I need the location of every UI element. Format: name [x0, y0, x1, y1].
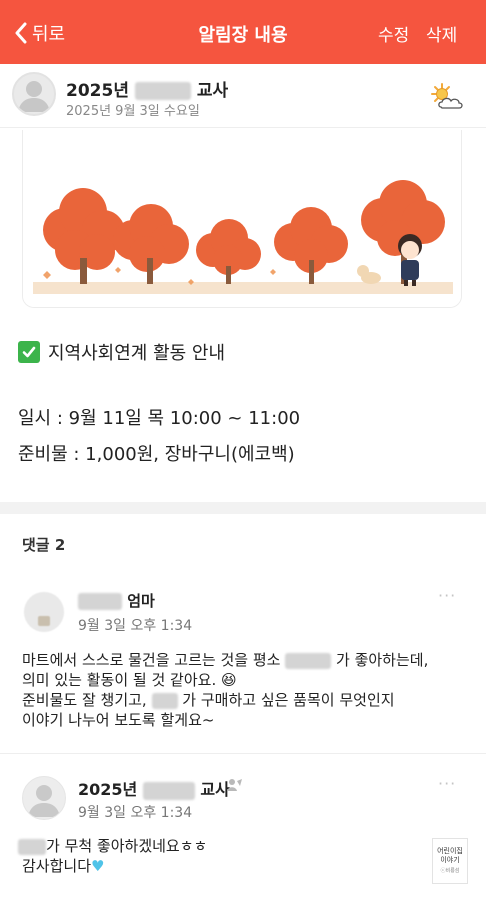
more-options-button[interactable]: ···	[438, 774, 456, 793]
notice-heading-text: 지역사회연계 활동 안내	[48, 343, 226, 364]
comment-line: 준비물도 잘 챙기고, 가 구매하고 싶은 품목이 무엇인지	[22, 690, 482, 710]
delete-button[interactable]: 삭제	[426, 21, 457, 46]
redacted-name	[134, 82, 191, 100]
schedule-line: 일시 : 9월 11일 목 10:00 ~ 11:00	[18, 408, 301, 429]
notice-heading: 지역사회연계 활동 안내	[18, 339, 225, 365]
page-title: 알림장 내용	[198, 25, 288, 46]
check-mark-button-icon	[18, 341, 40, 363]
comment-item: 2025년 교사 9월 3일 오후 1:34 ··· 가 무척 좋아하겠네요ㅎㅎ…	[0, 756, 486, 906]
commenter-avatar[interactable]	[22, 776, 66, 820]
redacted-name	[142, 781, 195, 800]
comment-line-part: 가 구매하고 싶은 품목이 무엇인지	[182, 691, 395, 709]
back-label: 뒤로	[32, 24, 66, 45]
comment-item: 엄마 9월 3일 오후 1:34 ··· 마트에서 스스로 물건을 고르는 것을…	[0, 580, 486, 754]
default-profile-icon	[18, 81, 50, 112]
comment-line-part: 준비물도 잘 챙기고,	[22, 691, 147, 709]
post-date: 2025년 9월 3일 수요일	[66, 104, 200, 119]
commenter-avatar[interactable]	[24, 592, 64, 632]
author-name-prefix: 2025년	[66, 81, 129, 101]
teacher-badge-icon	[227, 779, 242, 791]
section-divider	[0, 502, 486, 514]
autumn-trees-illustration	[23, 130, 461, 307]
sticker-line: 어린이집	[437, 847, 463, 855]
partly-cloudy-sun-icon	[431, 83, 463, 109]
author-name-suffix: 교사	[196, 81, 229, 101]
comment-text: 마트에서 스스로 물건을 고르는 것을 평소 가 좋아하는데, 의미 있는 활동…	[22, 650, 482, 730]
comment-line-part: 가 좋아하는데,	[336, 651, 429, 669]
comment-time: 9월 3일 오후 1:34	[78, 805, 193, 821]
post-author-row: 2025년 교사 2025년 9월 3일 수요일	[0, 64, 486, 128]
top-bar: 뒤로 알림장 내용 수정 삭제	[0, 0, 486, 64]
comment-line: 감사합니다♥	[22, 856, 207, 876]
sticker-line: ⓒ비룡섬	[440, 868, 460, 874]
back-button[interactable]: 뒤로	[14, 18, 65, 48]
redacted-name	[285, 652, 332, 669]
more-options-button[interactable]: ···	[438, 586, 456, 605]
comment-line: 의미 있는 활동이 될 것 같아요. 😆	[22, 671, 237, 689]
comment-line: 가 무척 좋아하겠네요ㅎㅎ	[18, 836, 208, 856]
commenter-name-prefix: 2025년	[78, 780, 138, 799]
comment-line-part: 감사합니다	[22, 857, 92, 875]
supplies-line: 준비물 : 1,000원, 장바구니(에코백)	[18, 444, 295, 465]
comment-time: 9월 3일 오후 1:34	[78, 618, 193, 634]
commenter-name: 엄마	[78, 590, 155, 611]
author-avatar[interactable]	[12, 72, 56, 116]
edit-button[interactable]: 수정	[378, 21, 409, 46]
comment-line: 마트에서 스스로 물건을 고르는 것을 평소 가 좋아하는데,	[22, 650, 482, 670]
comment-line: 이야기 나누어 보도록 할게요~	[22, 711, 215, 729]
default-profile-icon	[28, 785, 60, 817]
redacted-name	[151, 692, 178, 709]
commenter-name-suffix: 엄마	[127, 592, 155, 610]
commenter-name: 2025년 교사	[78, 776, 230, 800]
comment-line-part: 가 무척 좋아하겠네요ㅎㅎ	[46, 837, 208, 855]
redacted-name	[78, 593, 122, 610]
blue-heart-icon: ♥	[91, 857, 105, 875]
comment-line-part: 마트에서 스스로 물건을 고르는 것을 평소	[22, 651, 281, 669]
chevron-left-icon	[15, 22, 27, 44]
redacted-name	[18, 838, 46, 855]
sticker-line: 이야기	[440, 856, 460, 864]
author-name: 2025년 교사	[66, 76, 228, 101]
comments-count: 댓글 2	[22, 536, 66, 554]
sticker-image[interactable]: 어린이집 이야기 ⓒ비룡섬	[432, 838, 468, 884]
comment-text: 가 무척 좋아하겠네요ㅎㅎ 감사합니다♥	[18, 836, 208, 876]
notice-illustration	[22, 130, 462, 308]
